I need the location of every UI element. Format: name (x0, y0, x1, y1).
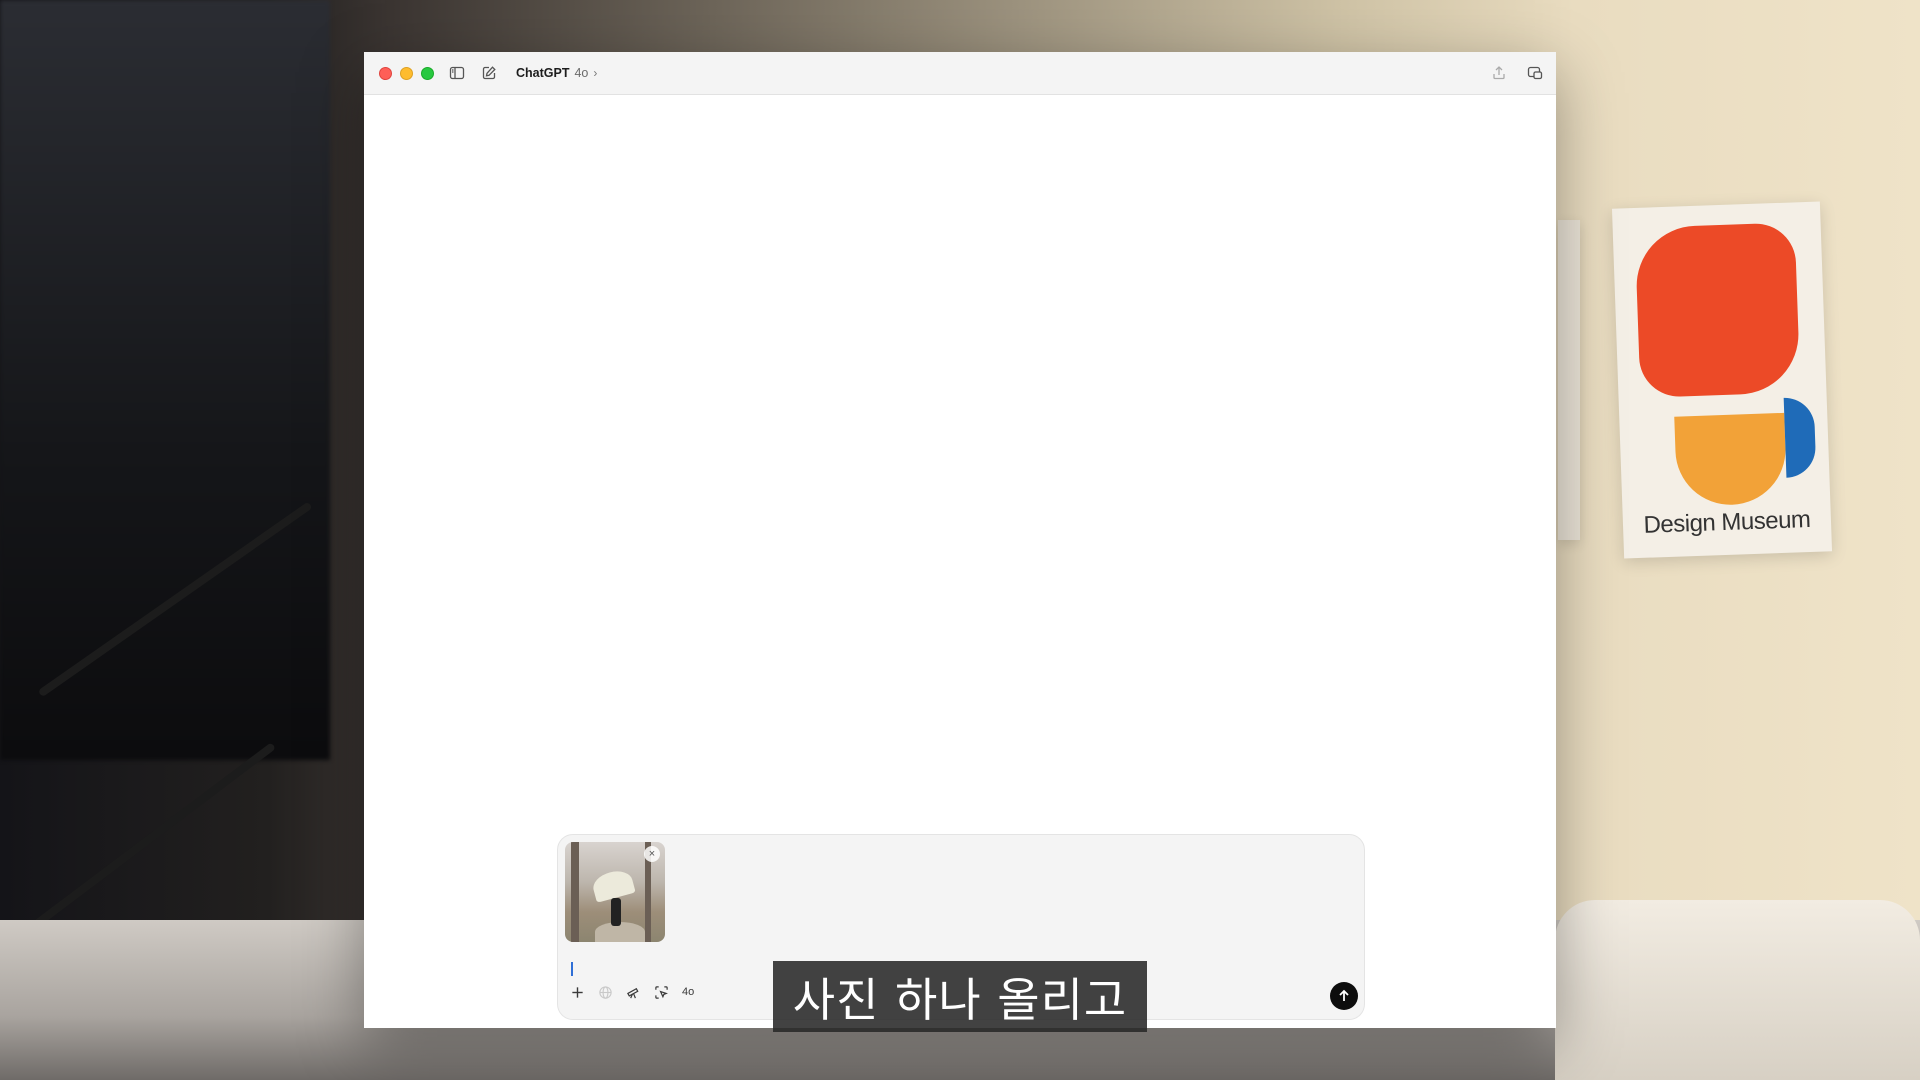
poster-blue-shape (1783, 396, 1817, 478)
chatgpt-window: ChatGPT 4o › × 4o (364, 52, 1556, 1028)
title-bar: ChatGPT 4o › (364, 52, 1556, 95)
minimize-window-button[interactable] (400, 66, 413, 80)
poster-bowl-shape (1674, 412, 1788, 507)
plus-icon[interactable] (568, 983, 586, 1001)
new-chat-icon[interactable] (480, 64, 498, 82)
close-window-button[interactable] (379, 66, 392, 80)
background-mic-arm (7, 742, 276, 948)
zoom-window-button[interactable] (421, 66, 434, 80)
popout-window-icon[interactable] (1526, 64, 1544, 82)
poster-text: Design Museum (1643, 506, 1811, 539)
share-icon[interactable] (1490, 64, 1508, 82)
window-controls (379, 66, 434, 80)
background-desk-right (1555, 900, 1920, 1080)
screen-capture-icon[interactable] (652, 983, 670, 1001)
composer-toolbar: 4o (568, 983, 694, 1001)
background-poster: Design Museum (1611, 201, 1833, 559)
globe-icon[interactable] (596, 983, 614, 1001)
app-title: ChatGPT (516, 66, 570, 80)
background-window (0, 0, 330, 760)
model-selector[interactable]: ChatGPT 4o › (516, 66, 597, 80)
title-bar-actions (1490, 64, 1544, 82)
photo-tree (571, 842, 579, 942)
background-poster-edge (1558, 220, 1580, 540)
remove-attachment-close-icon[interactable]: × (644, 846, 660, 862)
text-cursor (571, 962, 573, 976)
telescope-icon[interactable] (624, 983, 642, 1001)
poster-red-shape (1634, 222, 1801, 398)
chevron-right-icon: › (593, 66, 598, 80)
sidebar-toggle-icon[interactable] (448, 64, 466, 82)
video-subtitle: 사진 하나 올리고 (773, 961, 1147, 1032)
send-button[interactable] (1330, 982, 1358, 1010)
model-indicator[interactable]: 4o (682, 986, 694, 998)
model-name: 4o (574, 66, 589, 80)
send-arrow-icon (1339, 989, 1349, 1001)
photo-person (611, 898, 621, 926)
